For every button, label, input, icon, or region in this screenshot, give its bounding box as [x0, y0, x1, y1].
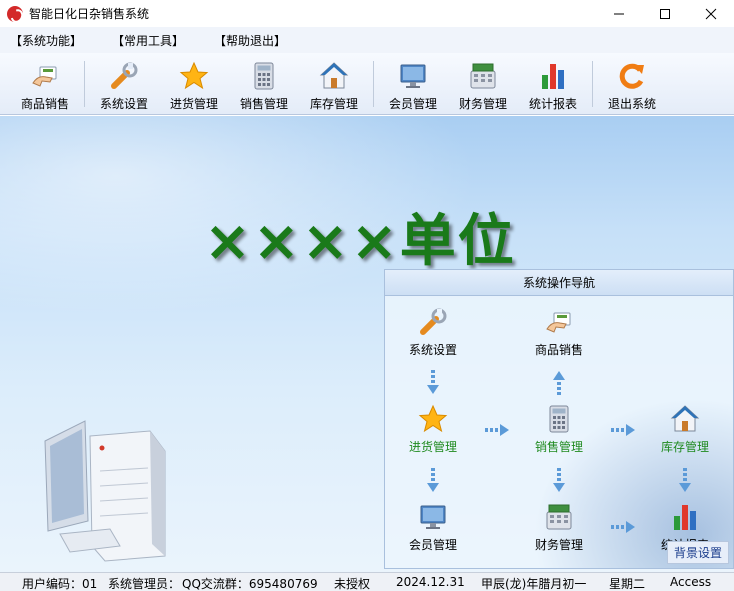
- toolbar-label: 进货管理: [169, 97, 218, 111]
- arrow-right-icon: [485, 424, 509, 436]
- star-icon: [418, 404, 448, 434]
- toolbar-exit-button[interactable]: 退出系统: [597, 53, 667, 115]
- toolbar-inventory-button[interactable]: 库存管理: [299, 53, 369, 115]
- toolbar-label: 系统设置: [99, 97, 148, 111]
- house-icon: [670, 404, 700, 434]
- nav-finance[interactable]: 财务管理: [519, 502, 599, 553]
- toolbar-label: 库存管理: [309, 97, 358, 111]
- navigation-panel: 系统操作导航 系统设置 商品销售 进货管理 销售管理 库存管理 会员管理 财务管…: [384, 269, 734, 569]
- toolbar-finance-button[interactable]: 财务管理: [448, 53, 518, 115]
- hand-card-icon: [544, 307, 574, 337]
- toolbar-label: 商品销售: [20, 97, 69, 111]
- background-settings-button[interactable]: 背景设置: [666, 541, 729, 564]
- toolbar-label: 会员管理: [388, 97, 437, 111]
- maximize-button[interactable]: [642, 0, 688, 27]
- toolbar-label: 退出系统: [607, 97, 656, 111]
- status-bar: 用户编码：01 系统管理员： QQ交流群：695480769 未授权 2024.…: [0, 572, 734, 591]
- cash-register-icon: [544, 502, 574, 532]
- bar-chart-icon: [670, 502, 700, 532]
- nav-purchase[interactable]: 进货管理: [393, 404, 473, 455]
- nav-sales-mgmt[interactable]: 销售管理: [519, 404, 599, 455]
- calculator-icon: [544, 404, 574, 434]
- main-area: ××××单位 系统操作导航 系统设置 商品销售 进货管理 销售管理 库存管理 会…: [0, 116, 734, 572]
- toolbar-system-settings-button[interactable]: 系统设置: [89, 53, 159, 115]
- arrow-down-icon: [427, 468, 439, 492]
- nav-member[interactable]: 会员管理: [393, 502, 473, 553]
- status-database: Access: [670, 575, 712, 589]
- arrow-down-icon: [679, 468, 691, 492]
- status-license: 未授权: [334, 577, 371, 591]
- cash-register-icon: [468, 61, 498, 91]
- toolbar-separator: [373, 61, 374, 107]
- toolbar-label: 销售管理: [239, 97, 288, 111]
- exit-icon: [617, 61, 647, 91]
- star-icon: [179, 61, 209, 91]
- toolbar-label: 统计报表: [528, 97, 577, 111]
- toolbar-sales-mgmt-button[interactable]: 销售管理: [229, 53, 299, 115]
- arrow-right-icon: [611, 521, 635, 533]
- status-qq-group: QQ交流群：695480769: [182, 577, 318, 591]
- close-button[interactable]: [688, 0, 734, 27]
- menu-system-functions[interactable]: 【系统功能】: [10, 32, 82, 49]
- status-weekday: 星期二: [609, 577, 646, 591]
- wrench-icon: [109, 61, 139, 91]
- menu-common-tools[interactable]: 【常用工具】: [112, 32, 184, 49]
- wrench-icon: [418, 307, 448, 337]
- toolbar-separator: [84, 61, 85, 107]
- computer-illustration-icon: [40, 416, 180, 566]
- menu-bar: 【系统功能】 【常用工具】 【帮助退出】: [0, 27, 734, 53]
- toolbar-purchase-button[interactable]: 进货管理: [159, 53, 229, 115]
- status-lunar-date: 甲辰(龙)年腊月初一: [481, 577, 587, 591]
- arrow-right-icon: [611, 424, 635, 436]
- toolbar-report-button[interactable]: 统计报表: [518, 53, 588, 115]
- bar-chart-icon: [538, 61, 568, 91]
- toolbar-label: 财务管理: [458, 97, 507, 111]
- house-icon: [319, 61, 349, 91]
- calculator-icon: [249, 61, 279, 91]
- title-bar: 智能日化日杂销售系统: [0, 0, 734, 27]
- toolbar-product-sales-button[interactable]: 商品销售: [10, 53, 80, 115]
- close-icon: [705, 8, 717, 19]
- arrow-up-icon: [553, 371, 565, 395]
- status-admin: 系统管理员：: [108, 577, 181, 591]
- status-user-code: 用户编码：01: [22, 577, 98, 591]
- toolbar-separator: [592, 61, 593, 107]
- unit-title: ××××单位: [204, 209, 516, 274]
- toolbar-member-button[interactable]: 会员管理: [378, 53, 448, 115]
- menu-help-exit[interactable]: 【帮助退出】: [214, 32, 286, 49]
- minimize-button[interactable]: [596, 0, 642, 27]
- arrow-down-icon: [553, 468, 565, 492]
- nav-inventory[interactable]: 库存管理: [645, 404, 725, 455]
- monitor-icon: [418, 502, 448, 532]
- minimize-icon: [614, 13, 624, 14]
- nav-panel-title: 系统操作导航: [385, 270, 733, 296]
- app-logo-icon: [7, 5, 23, 22]
- arrow-down-icon: [427, 370, 439, 394]
- toolbar: 商品销售 系统设置 进货管理 销售管理 库存管理 会员管理 财务管理 统计报表 …: [0, 53, 734, 115]
- nav-product-sales[interactable]: 商品销售: [519, 307, 599, 358]
- nav-system-settings[interactable]: 系统设置: [393, 307, 473, 358]
- hand-card-icon: [30, 61, 60, 91]
- maximize-icon: [660, 8, 670, 19]
- window-title: 智能日化日杂销售系统: [29, 7, 150, 21]
- monitor-icon: [398, 61, 428, 91]
- status-date: 2024.12.31: [396, 575, 465, 589]
